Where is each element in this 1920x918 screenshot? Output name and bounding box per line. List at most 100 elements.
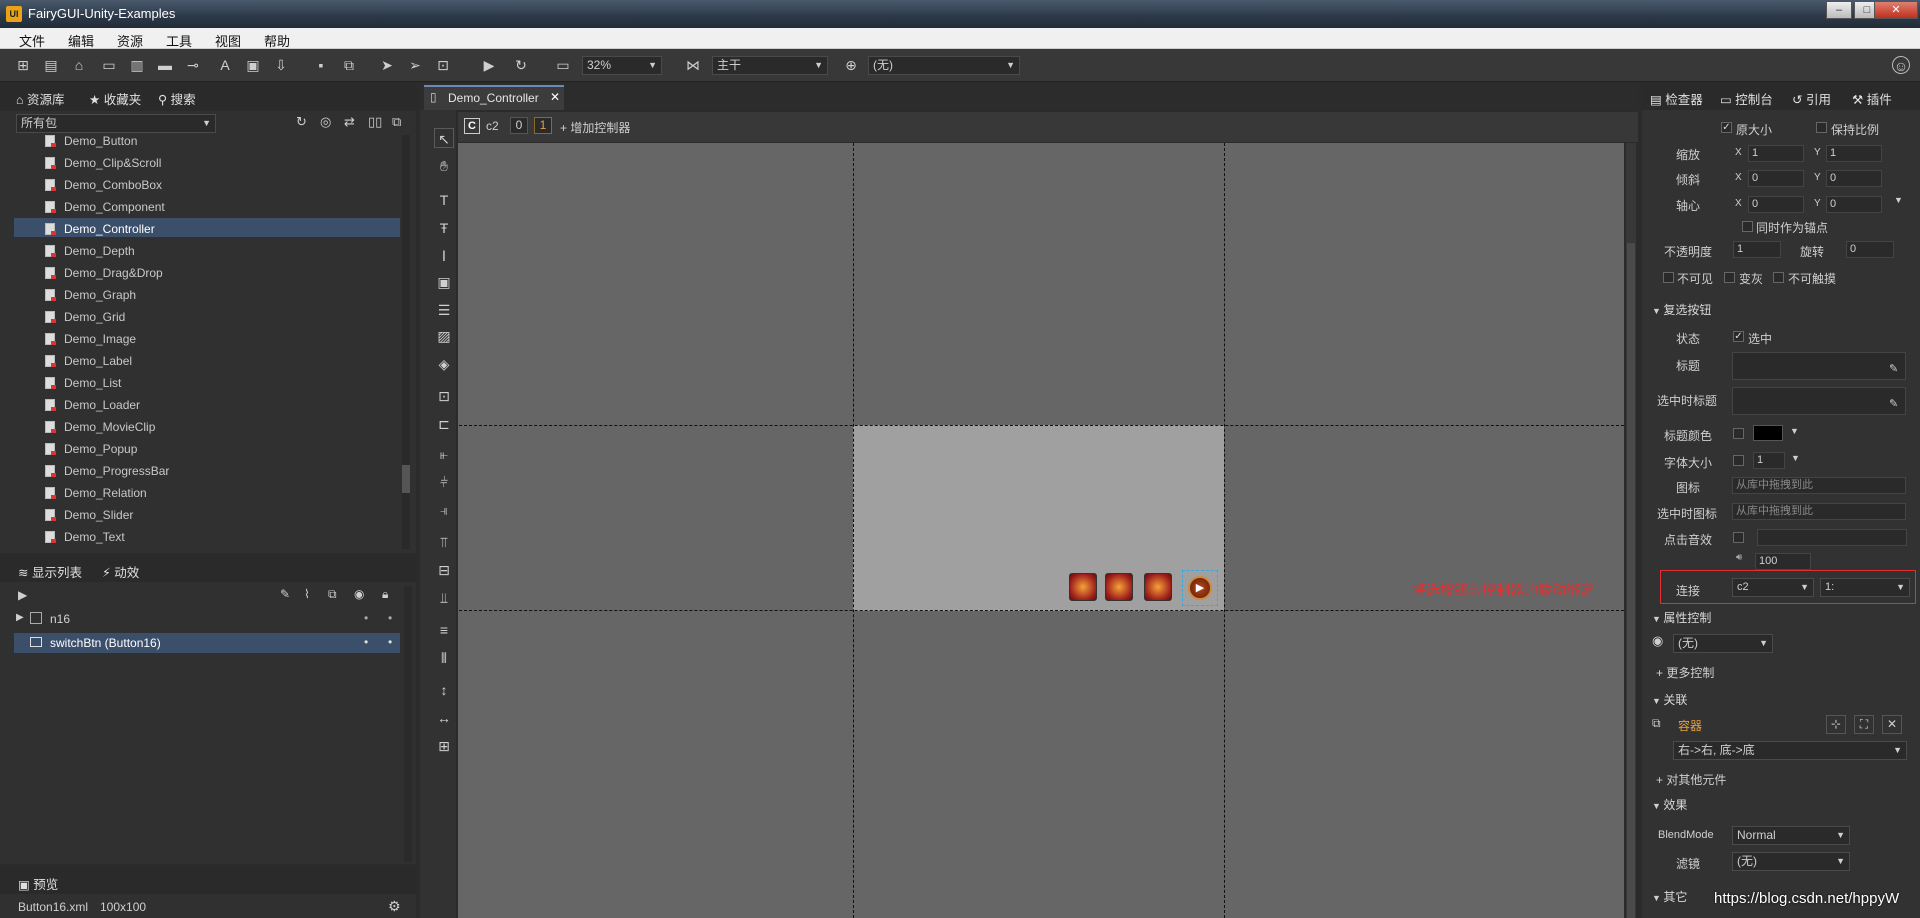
- relation-section-header[interactable]: 关联: [1652, 691, 1687, 708]
- other-element-button[interactable]: + 对其他元件: [1656, 771, 1726, 788]
- link-controller-select[interactable]: c2 ▼: [1732, 578, 1814, 597]
- align-right-icon[interactable]: ⫣: [434, 500, 454, 520]
- list-item[interactable]: Demo_Label: [45, 352, 132, 370]
- fullscreen-icon[interactable]: ⛶: [1854, 715, 1874, 734]
- list-item[interactable]: Demo_ComboBox: [45, 176, 162, 194]
- ungroup-tool-icon[interactable]: ⊏: [434, 414, 454, 434]
- list-item[interactable]: Demo_Image: [45, 330, 136, 348]
- align-center-icon[interactable]: ⫩: [434, 472, 454, 492]
- horn-button-icon[interactable]: [1144, 573, 1172, 601]
- tab-plugins[interactable]: ⚒ 插件: [1852, 89, 1892, 108]
- tab-preview[interactable]: ▣ 预览: [18, 874, 58, 893]
- publish-icon[interactable]: ➤: [378, 56, 396, 74]
- publish-settings-icon[interactable]: ⊡: [434, 56, 452, 74]
- pivot-x-input[interactable]: 0: [1748, 196, 1804, 213]
- edit-title-icon[interactable]: ✎: [1889, 362, 1898, 375]
- title-color-checkbox[interactable]: [1733, 428, 1744, 439]
- list-item[interactable]: Demo_Loader: [45, 396, 140, 414]
- volume-input[interactable]: 100: [1755, 553, 1811, 570]
- library-scroll-thumb[interactable]: [402, 465, 410, 493]
- import-icon[interactable]: ⇩: [272, 56, 290, 74]
- expand-arrow-icon[interactable]: ▶: [16, 612, 24, 623]
- tab-library[interactable]: ⌂ 资源库: [16, 89, 65, 108]
- table-row[interactable]: ▶ n16 • •: [14, 610, 400, 628]
- swap-icon[interactable]: ⇄: [344, 114, 355, 130]
- bookmark-icon[interactable]: ⌂: [70, 56, 88, 74]
- list-item[interactable]: Demo_Controller: [45, 220, 155, 238]
- select-tool-icon[interactable]: ↖: [434, 128, 454, 148]
- edit-icon[interactable]: ✎: [280, 587, 290, 601]
- library-scrollbar[interactable]: [402, 135, 410, 549]
- stage-scrollbar[interactable]: [1626, 143, 1636, 918]
- same-height-icon[interactable]: ↕: [434, 680, 454, 700]
- expand-arrow-icon[interactable]: ▶: [18, 588, 27, 602]
- pivot-dropdown-icon[interactable]: ▼: [1894, 195, 1903, 205]
- skew-x-input[interactable]: 0: [1748, 170, 1804, 187]
- tab-references[interactable]: ↺ 引用: [1792, 89, 1831, 108]
- align-bottom-icon[interactable]: ⫫: [434, 588, 454, 608]
- selected-title-input[interactable]: [1732, 387, 1906, 415]
- branch-icon[interactable]: ⋈: [684, 56, 702, 74]
- list-item[interactable]: Demo_Depth: [45, 242, 135, 260]
- tab-transitions[interactable]: ⚡ 动效: [102, 562, 139, 581]
- scale-y-input[interactable]: 1: [1826, 145, 1882, 162]
- list-item[interactable]: Demo_Relation: [45, 484, 147, 502]
- controller-page-1[interactable]: 1: [534, 117, 552, 134]
- selected-icon-input[interactable]: 从库中拖拽到此: [1732, 503, 1906, 520]
- columns-icon[interactable]: ▯▯: [368, 114, 382, 130]
- horn-button-icon[interactable]: [1105, 573, 1133, 601]
- tab-demo-controller[interactable]: ▯ Demo_Controller ✕: [424, 85, 564, 110]
- graph-tool-icon[interactable]: ◈: [434, 354, 454, 374]
- globe-icon[interactable]: ⊕: [842, 56, 860, 74]
- distribute-h-icon[interactable]: ⦀: [434, 648, 454, 668]
- controller-name[interactable]: c2: [486, 119, 499, 133]
- stage-scroll-thumb[interactable]: [1627, 243, 1635, 918]
- opacity-input[interactable]: 1: [1733, 241, 1781, 258]
- new-package-icon[interactable]: ⊞: [14, 56, 32, 74]
- font-size-dropdown-icon[interactable]: ▼: [1791, 453, 1800, 463]
- hand-tool-icon[interactable]: ✋︎: [434, 156, 454, 176]
- blend-mode-select[interactable]: Normal ▼: [1732, 826, 1850, 845]
- invisible-checkbox[interactable]: [1663, 272, 1674, 283]
- menu-assets[interactable]: 资源: [117, 31, 143, 50]
- font-size-checkbox[interactable]: [1733, 455, 1744, 466]
- visibility-dot[interactable]: •: [364, 611, 368, 625]
- branch-select[interactable]: 主干 ▼: [712, 56, 828, 75]
- prop-control-section-header[interactable]: 属性控制: [1652, 609, 1711, 626]
- menu-file[interactable]: 文件: [19, 31, 45, 50]
- play-switch-icon[interactable]: ▶: [1188, 576, 1212, 600]
- table-row[interactable]: switchBtn (Button16) • •: [14, 633, 400, 653]
- play-icon[interactable]: ▶: [480, 56, 498, 74]
- untouchable-checkbox[interactable]: [1773, 272, 1784, 283]
- font-size-input[interactable]: 1: [1753, 452, 1785, 469]
- title-color-dropdown-icon[interactable]: ▼: [1790, 426, 1799, 436]
- align-left-icon[interactable]: ⫦: [434, 444, 454, 464]
- state-checkbox[interactable]: ✓: [1733, 331, 1744, 342]
- click-sound-checkbox[interactable]: [1733, 532, 1744, 543]
- list-item[interactable]: Demo_ProgressBar: [45, 462, 169, 480]
- text-tool-icon[interactable]: T: [434, 190, 454, 210]
- rotation-input[interactable]: 0: [1846, 241, 1894, 258]
- switch-button-selection[interactable]: ▶: [1182, 570, 1218, 606]
- refresh-icon[interactable]: ↻: [512, 56, 530, 74]
- effect-section-header[interactable]: 效果: [1652, 796, 1687, 813]
- lock-dot[interactable]: •: [388, 611, 392, 625]
- controller-page-0[interactable]: 0: [510, 117, 528, 134]
- lock-icon[interactable]: 🔒︎: [382, 587, 388, 602]
- filter-select[interactable]: (无) ▼: [1732, 852, 1850, 871]
- pivot-y-input[interactable]: 0: [1826, 196, 1882, 213]
- duplicate-icon[interactable]: ⧉: [328, 587, 337, 602]
- minimize-button[interactable]: –: [1826, 1, 1852, 19]
- list-item[interactable]: Demo_Component: [45, 198, 165, 216]
- display-list-scrollbar[interactable]: [404, 586, 412, 862]
- same-width-icon[interactable]: ↔: [434, 708, 454, 728]
- keep-ratio-checkbox[interactable]: [1816, 122, 1827, 133]
- publish-all-icon[interactable]: ➢: [406, 56, 424, 74]
- tab-inspector[interactable]: ▤ 检查器: [1650, 89, 1703, 108]
- distribute-v-icon[interactable]: ≡: [434, 620, 454, 640]
- tab-console[interactable]: ▭ 控制台: [1720, 89, 1773, 108]
- gear-icon[interactable]: ⚙: [388, 898, 401, 915]
- list-item[interactable]: Demo_Drag&Drop: [45, 264, 163, 282]
- new-image-icon[interactable]: ▣: [244, 56, 262, 74]
- horn-button-icon[interactable]: [1069, 573, 1097, 601]
